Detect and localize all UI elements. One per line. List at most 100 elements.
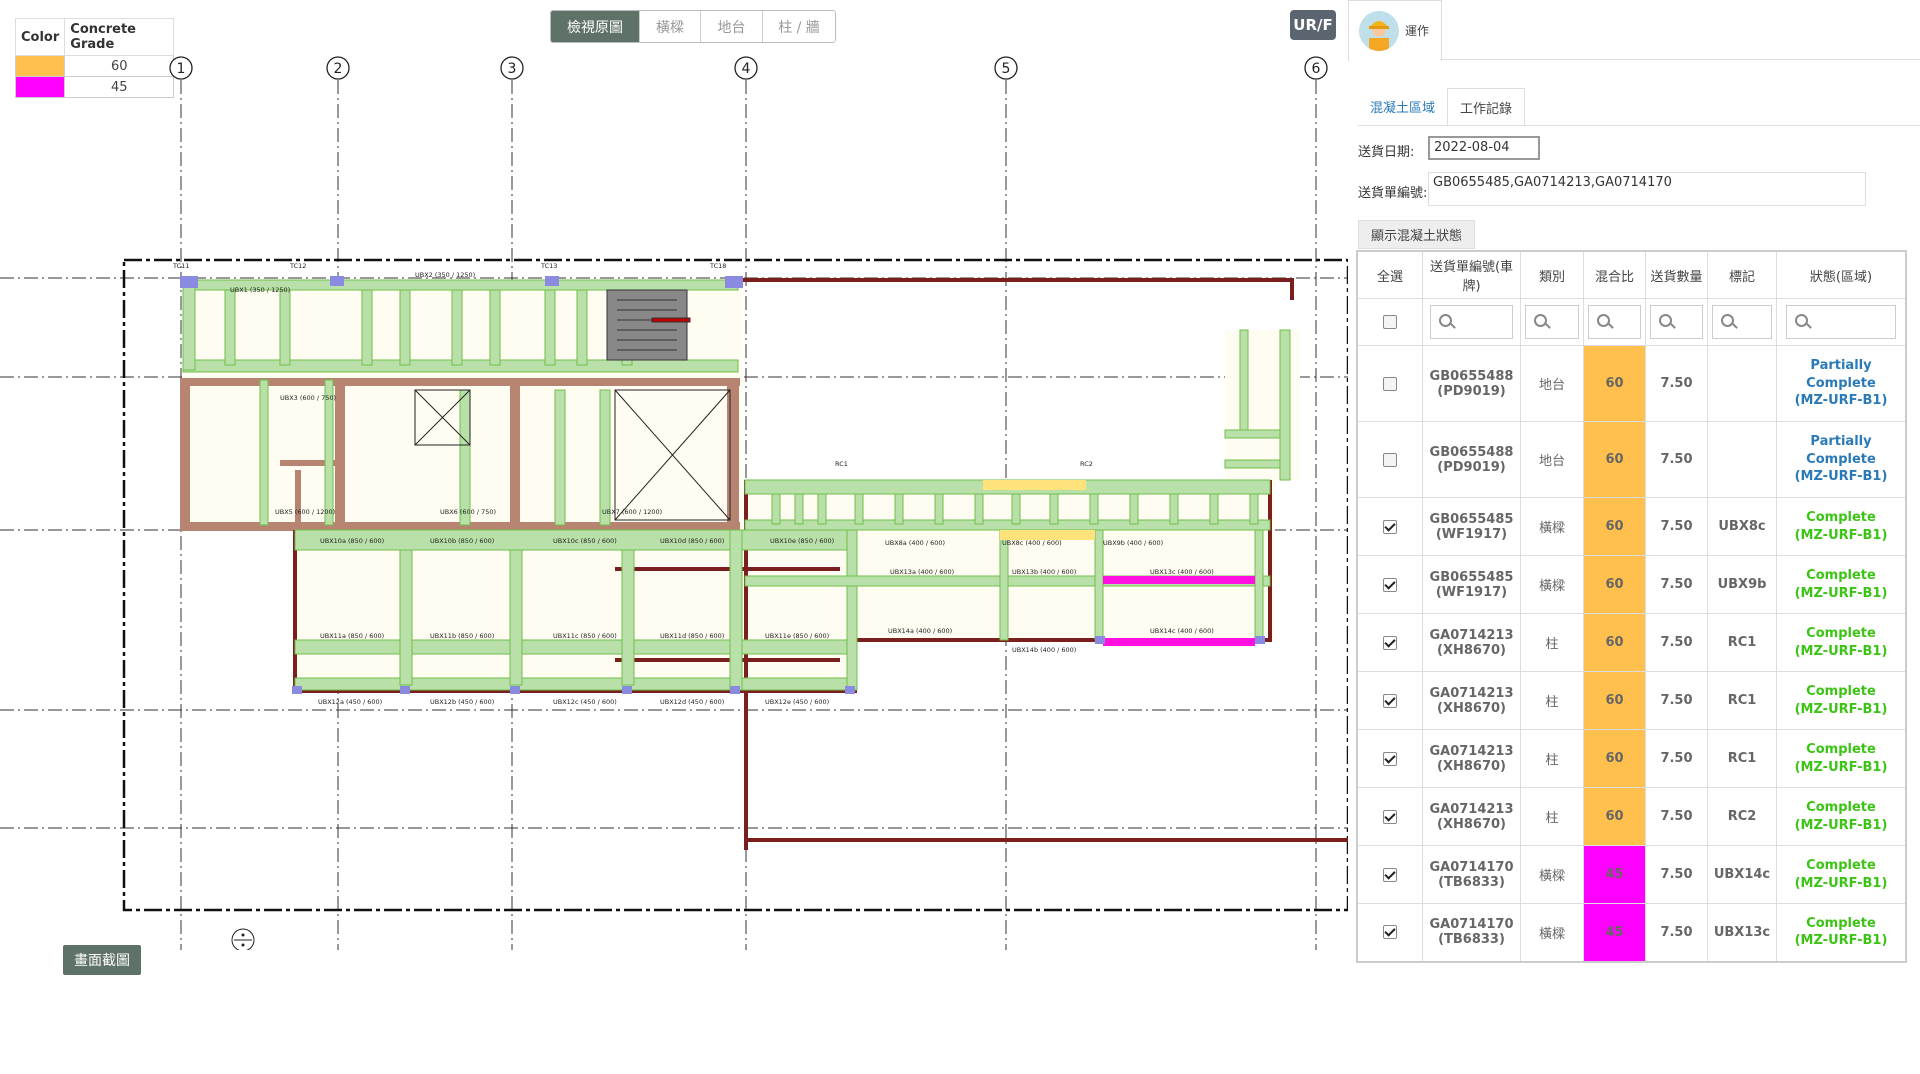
delivery-no: GB0655488 xyxy=(1429,444,1514,460)
row-checkbox[interactable] xyxy=(1383,693,1397,708)
status-zone: (MZ-URF-B1) xyxy=(1794,527,1888,543)
status-cell: Complete (MZ-URF-B1) xyxy=(1776,845,1907,904)
filter-cell xyxy=(1520,298,1584,346)
row-select-cell xyxy=(1356,845,1423,904)
status-cell: Complete (MZ-URF-B1) xyxy=(1776,787,1907,846)
divider xyxy=(1358,125,1920,126)
type-cell: 柱 xyxy=(1520,787,1584,846)
beam-label: UBX12b (450 / 600) xyxy=(430,698,494,706)
table-row[interactable]: GA0714213 (XH8670) 柱 60 7.50 RC1 Complete (MZ-U… xyxy=(1356,671,1907,730)
tab-original-view[interactable]: 檢視原圖 xyxy=(551,11,639,42)
row-checkbox[interactable] xyxy=(1383,452,1397,467)
beam-label: UBX13b (400 / 600) xyxy=(1012,568,1076,576)
filter-input[interactable] xyxy=(1587,305,1642,339)
table-row[interactable]: GA0714213 (XH8670) 柱 60 7.50 RC1 Complete (MZ-U… xyxy=(1356,613,1907,672)
column-header: 送貨單編號(車牌) xyxy=(1422,250,1521,299)
beam-label: UBX11d (850 / 600) xyxy=(660,632,724,640)
select-all-checkbox[interactable] xyxy=(1383,315,1397,329)
beam-label: UBX11b (850 / 600) xyxy=(430,632,494,640)
table-row[interactable]: GA0714213 (XH8670) 柱 60 7.50 RC1 Complete (MZ-U… xyxy=(1356,729,1907,788)
row-checkbox[interactable] xyxy=(1383,519,1397,534)
type-cell: 柱 xyxy=(1520,729,1584,788)
type-cell: 柱 xyxy=(1520,671,1584,730)
row-checkbox[interactable] xyxy=(1383,867,1397,882)
row-checkbox[interactable] xyxy=(1383,751,1397,766)
status-zone: (MZ-URF-B1) xyxy=(1794,585,1888,601)
structural-floor-plan[interactable]: 1 2 3 4 5 6 UBX1 (350 / 1250) UBX2 (350 … xyxy=(0,50,1348,950)
beam-label: UBX10d (850 / 600) xyxy=(660,537,724,545)
mark-cell: UBX14c xyxy=(1707,845,1777,904)
filter-input[interactable] xyxy=(1786,305,1896,339)
row-checkbox[interactable] xyxy=(1383,635,1397,650)
quantity-cell: 7.50 xyxy=(1645,845,1708,904)
delivery-no-cell: GA0714213 (XH8670) xyxy=(1422,613,1521,672)
table-header-row: 全選 送貨單編號(車牌) 類別 混合比 送貨數量 標記 狀態(區域) xyxy=(1356,250,1907,299)
table-row[interactable]: GB0655485 (WF1917) 橫樑 60 7.50 UBX8c Complete (M… xyxy=(1356,497,1907,556)
row-checkbox[interactable] xyxy=(1383,376,1397,391)
mark-cell: UBX13c xyxy=(1707,903,1777,962)
filter-input[interactable] xyxy=(1524,305,1580,339)
mark-cell: UBX9b xyxy=(1707,555,1777,614)
user-tab[interactable]: 運作 xyxy=(1348,0,1442,61)
table-row[interactable]: GB0655485 (WF1917) 橫樑 60 7.50 UBX9b Complete (M… xyxy=(1356,555,1907,614)
tab-beams[interactable]: 橫樑 xyxy=(639,11,700,42)
select-all-header[interactable]: 全選 xyxy=(1356,250,1423,299)
work-record-panel: 運作 混凝土區域 工作記錄 送貨日期: 2022-08-04 送貨單編號: GB… xyxy=(1348,0,1920,1074)
quantity-cell: 7.50 xyxy=(1645,671,1708,730)
column-header: 狀態(區域) xyxy=(1776,250,1907,299)
filter-input[interactable] xyxy=(1649,305,1704,339)
delivery-date-field[interactable]: 2022-08-04 xyxy=(1428,136,1540,160)
beam-label: UBX13a (400 / 600) xyxy=(890,568,954,576)
table-row[interactable]: GB0655488 (PD9019) 地台 60 7.50 Partially Compl… xyxy=(1356,421,1907,498)
status-zone: (MZ-URF-B1) xyxy=(1794,759,1888,775)
worker-avatar-icon xyxy=(1359,11,1399,51)
table-row[interactable]: GB0655488 (PD9019) 地台 60 7.50 Partially Compl… xyxy=(1356,345,1907,422)
tab-columns-walls[interactable]: 柱 / 牆 xyxy=(762,11,835,42)
show-concrete-status-button[interactable]: 顯示混凝土狀態 xyxy=(1358,220,1475,249)
delivery-table: 全選 送貨單編號(車牌) 類別 混合比 送貨數量 標記 狀態(區域) GB065… xyxy=(1356,250,1907,963)
tab-slabs[interactable]: 地台 xyxy=(700,11,762,42)
delivery-no-cell: GA0714213 (XH8670) xyxy=(1422,729,1521,788)
mix-ratio-cell: 45 xyxy=(1583,845,1646,904)
row-select-cell xyxy=(1356,345,1423,422)
grid-axis-label: 6 xyxy=(1312,61,1321,77)
beam-label: UBX12a (450 / 600) xyxy=(318,698,382,706)
grid-axis-label: 2 xyxy=(334,61,343,77)
column-header: 混合比 xyxy=(1583,250,1646,299)
row-checkbox[interactable] xyxy=(1383,577,1397,592)
filter-cell xyxy=(1645,298,1708,346)
table-row[interactable]: GA0714170 (TB6833) 橫樑 45 7.50 UBX13c Complete(… xyxy=(1356,903,1907,962)
beam-label: UBX9b (400 / 600) xyxy=(1103,539,1163,547)
truck-plate: (TB6833) xyxy=(1438,932,1505,948)
row-checkbox[interactable] xyxy=(1383,925,1397,940)
status-cell: Partially Complete (MZ-URF-B1) xyxy=(1776,421,1907,498)
status-text: Partially Complete xyxy=(1806,434,1876,467)
mark-cell: RC1 xyxy=(1707,613,1777,672)
status-text: Complete xyxy=(1806,857,1876,873)
type-cell: 地台 xyxy=(1520,421,1584,498)
type-cell: 柱 xyxy=(1520,613,1584,672)
delivery-no-cell: GB0655488 (PD9019) xyxy=(1422,421,1521,498)
table-row[interactable]: GA0714170 (TB6833) 橫樑 45 7.50 UBX14c Complete(… xyxy=(1356,845,1907,904)
type-cell: 橫樑 xyxy=(1520,555,1584,614)
row-select-cell xyxy=(1356,497,1423,556)
truck-plate: (WF1917) xyxy=(1435,526,1508,542)
mix-ratio-cell: 60 xyxy=(1583,729,1646,788)
status-text: Complete xyxy=(1806,567,1876,583)
column-header: 標記 xyxy=(1707,250,1777,299)
tab-work-record[interactable]: 工作記錄 xyxy=(1447,88,1526,126)
delivery-no-field[interactable]: GB0655485,GA0714213,GA0714170 xyxy=(1428,172,1866,206)
table-row[interactable]: GA0714213 (XH8670) 柱 60 7.50 RC2 Complete (MZ-U… xyxy=(1356,787,1907,846)
delivery-no: GB0655485 xyxy=(1429,569,1514,585)
mix-ratio-cell: 60 xyxy=(1583,497,1646,556)
status-cell: Complete (MZ-URF-B1) xyxy=(1776,613,1907,672)
tab-concrete-area[interactable]: 混凝土區域 xyxy=(1358,88,1447,124)
floor-selector-button[interactable]: UR/F xyxy=(1290,10,1336,40)
filter-input[interactable] xyxy=(1712,305,1772,339)
beam-label: UBX12d (450 / 600) xyxy=(660,698,724,706)
row-checkbox[interactable] xyxy=(1383,809,1397,824)
quantity-cell: 7.50 xyxy=(1645,497,1708,556)
screenshot-button[interactable]: 畫面截圖 xyxy=(63,945,141,975)
filter-input[interactable] xyxy=(1429,305,1514,339)
delivery-no: GA0714213 xyxy=(1429,801,1514,817)
